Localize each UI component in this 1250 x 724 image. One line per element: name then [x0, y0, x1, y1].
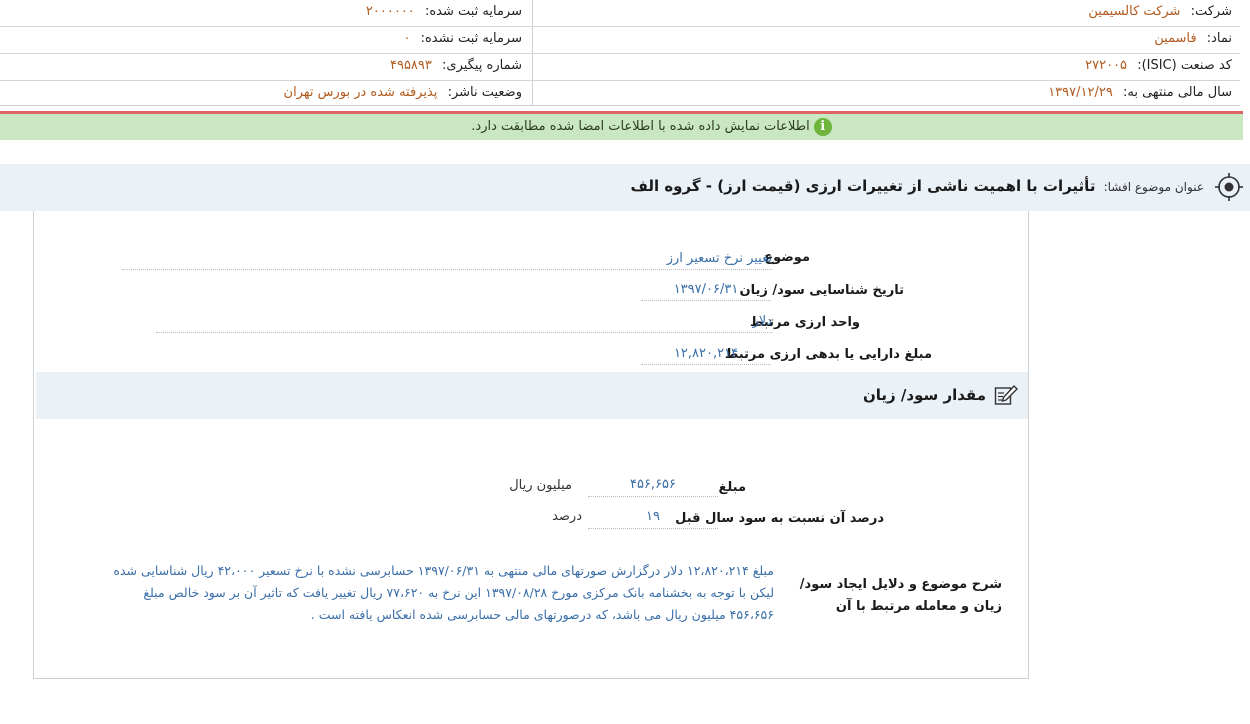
related-amount-value: ۱۲,۸۲۰,۲۱۴ — [641, 345, 771, 365]
unreg-capital-cell: سرمایه ثبت نشده: ۰ — [2, 27, 522, 53]
company-cell: شرکت: شرکت کالسیمین — [532, 0, 1232, 26]
tracking-value: ۴۹۵۸۹۳ — [389, 58, 432, 73]
isic-cell: کد صنعت (ISIC): ۲۷۲۰۰۵ — [532, 54, 1232, 80]
fiscal-label: سال مالی منتهی به: — [1122, 85, 1232, 100]
status-message-wrap: i اطلاعات نمایش داده شده با اطلاعات امضا… — [471, 114, 832, 140]
title-value: تأثیرات با اهمیت ناشی از تغییرات ارزی (ق… — [630, 177, 1096, 195]
reg-capital-value: ۲۰۰۰۰۰۰ — [365, 4, 415, 19]
company-label: شرکت: — [1190, 4, 1232, 19]
description-label: شرح موضوع و دلایل ایجاد سود/ زیان و معام… — [799, 577, 1002, 614]
unreg-capital-value: ۰ — [403, 31, 411, 46]
publisher-cell: وضعیت ناشر: پذیرفته شده در بورس تهران — [2, 81, 522, 107]
subject-value: تغییر نرخ تسعیر ارز — [122, 250, 772, 270]
currency-value: دلار — [156, 313, 772, 333]
profit-amount-value: ۴۵۶,۶۵۶ — [588, 475, 718, 497]
date-value: ۱۳۹۷/۰۶/۳۱ — [641, 281, 771, 301]
unreg-capital-label: سرمایه ثبت نشده: — [420, 31, 522, 46]
info-row-symbol: نماد: فاسمین سرمایه ثبت نشده: ۰ — [0, 27, 1240, 54]
edit-icon — [994, 384, 1018, 405]
info-row-company: شرکت: شرکت کالسیمین سرمایه ثبت شده: ۲۰۰۰… — [0, 0, 1240, 27]
profit-amount-label: مبلغ — [718, 480, 746, 495]
profit-section-band: مقدار سود/ زیان — [36, 372, 1028, 419]
isic-label: کد صنعت (ISIC): — [1137, 58, 1232, 73]
status-bar: i اطلاعات نمایش داده شده با اطلاعات امضا… — [0, 114, 1243, 140]
info-row-isic: کد صنعت (ISIC): ۲۷۲۰۰۵ شماره پیگیری: ۴۹۵… — [0, 54, 1240, 81]
publisher-value: پذیرفته شده در بورس تهران — [283, 85, 438, 100]
profit-section-title: مقدار سود/ زیان — [862, 386, 986, 404]
fiscal-value: ۱۳۹۷/۱۲/۲۹ — [1048, 85, 1113, 100]
profit-amount-unit: میلیون ریال — [509, 478, 572, 493]
company-value: شرکت کالسیمین — [1088, 4, 1181, 19]
symbol-label: نماد: — [1206, 31, 1232, 46]
info-icon: i — [813, 118, 832, 136]
tracking-cell: شماره پیگیری: ۴۹۵۸۹۳ — [2, 54, 522, 80]
percent-unit: درصد — [552, 509, 582, 524]
status-message: اطلاعات نمایش داده شده با اطلاعات امضا ش… — [471, 119, 810, 134]
title-label: عنوان موضوع افشا: — [1103, 180, 1204, 194]
symbol-cell: نماد: فاسمین — [532, 27, 1232, 53]
info-row-fiscal: سال مالی منتهی به: ۱۳۹۷/۱۲/۲۹ وضعیت ناشر… — [0, 81, 1240, 108]
target-icon — [1215, 173, 1243, 201]
percent-value: ۱۹ — [588, 507, 718, 529]
fiscal-cell: سال مالی منتهی به: ۱۳۹۷/۱۲/۲۹ — [532, 81, 1232, 107]
description-text: مبلغ ۱۲،۸۲۰،۲۱۴ دلار درگزارش صورتهای مال… — [113, 563, 774, 622]
reg-capital-label: سرمایه ثبت شده: — [424, 4, 522, 19]
disclosure-title-band: عنوان موضوع افشا: تأثیرات با اهمیت ناشی … — [0, 164, 1250, 211]
isic-value: ۲۷۲۰۰۵ — [1085, 58, 1128, 73]
page-title: عنوان موضوع افشا: تأثیرات با اهمیت ناشی … — [630, 164, 1204, 210]
publisher-label: وضعیت ناشر: — [447, 85, 522, 100]
company-info-table: شرکت: شرکت کالسیمین سرمایه ثبت شده: ۲۰۰۰… — [0, 0, 1240, 106]
symbol-value: فاسمین — [1154, 31, 1197, 46]
reg-capital-cell: سرمایه ثبت شده: ۲۰۰۰۰۰۰ — [2, 0, 522, 26]
tracking-label: شماره پیگیری: — [442, 58, 522, 73]
